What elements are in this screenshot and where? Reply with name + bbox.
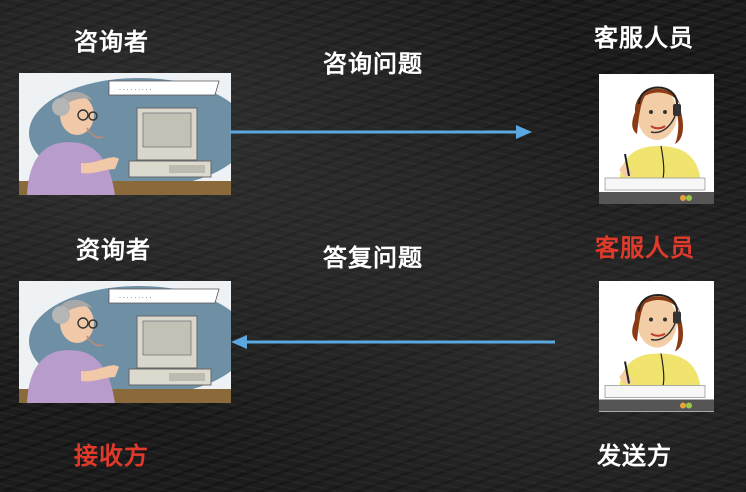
consultant-label-top: 咨询者 [74,28,149,56]
consultant-label-mid: 资询者 [76,236,151,264]
answer-question-label: 答复问题 [323,244,423,272]
customer-service-agent-headset-icon [599,74,714,204]
agent-label-mid: 客服人员 [595,234,695,262]
consultant-picture-top: . . . . . . . . . [19,73,231,195]
agent-picture-top [599,74,714,204]
receiver-label: 接收方 [74,442,149,470]
customer-service-agent-headset-icon [599,281,714,412]
answer-arrow [231,335,555,349]
sender-label: 发送方 [597,442,672,470]
svg-text:. . . . . . . . .: . . . . . . . . . [119,85,152,92]
elderly-woman-at-computer-icon: . . . . . . . . . [19,73,231,195]
consult-arrow-head [516,125,532,139]
answer-arrow-head [231,335,247,349]
consultant-picture-bottom: . . . . . . . . . [19,281,231,403]
elderly-woman-at-computer-icon: . . . . . . . . . [19,281,231,403]
svg-text:. . . . . . . . .: . . . . . . . . . [119,293,152,300]
agent-picture-bottom [599,281,714,412]
consult-arrow [230,125,532,139]
consult-question-label: 咨询问题 [323,50,423,78]
agent-label-top: 客服人员 [594,24,694,52]
